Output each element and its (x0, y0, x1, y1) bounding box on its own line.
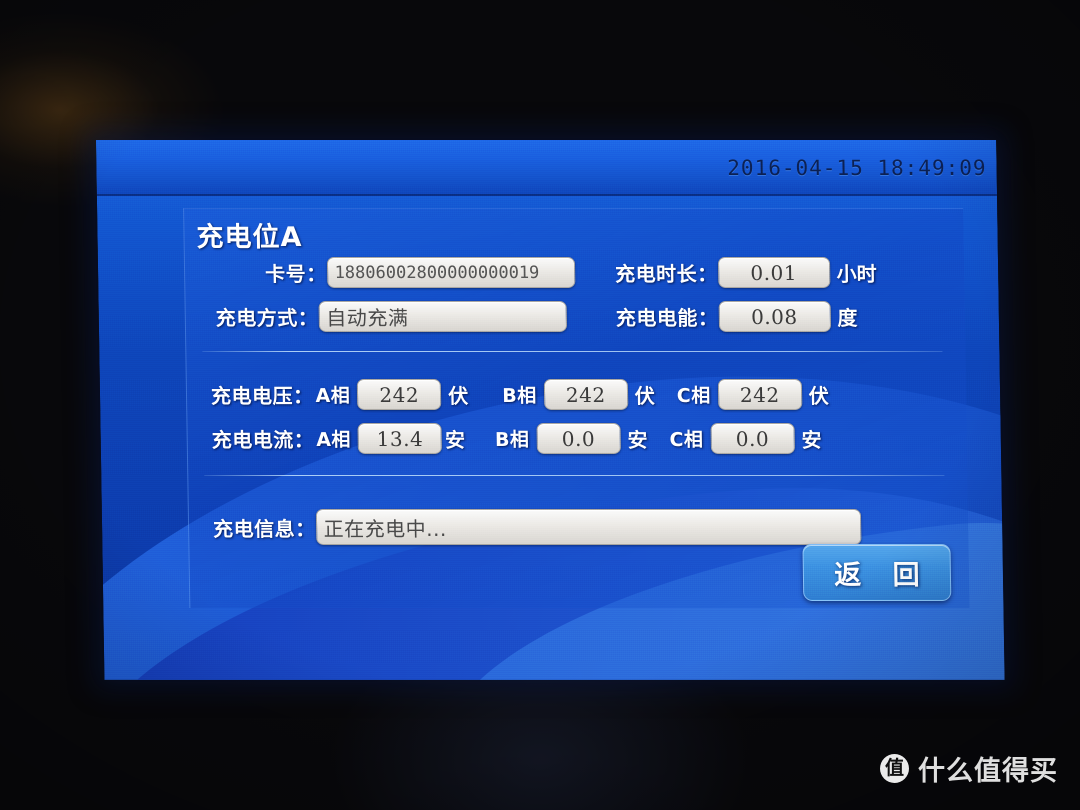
charge-duration-value: 0.01 (750, 260, 798, 285)
voltage-phase-b-label: B相 (502, 384, 537, 407)
charge-energy-field[interactable]: 0.08 (718, 300, 831, 332)
charge-energy-row: 充电电能： 0.08 度 (615, 300, 858, 332)
return-button-label: 返 回 (833, 559, 931, 591)
current-phase-c-field[interactable]: 0.0 (710, 422, 795, 454)
divider-top (202, 350, 943, 352)
charge-energy-unit: 度 (837, 305, 858, 330)
voltage-phase-b-field[interactable]: 242 (543, 378, 629, 410)
charge-message-row: 充电信息： 正在充电中... (212, 508, 861, 545)
charge-energy-value: 0.08 (750, 304, 798, 329)
charge-duration-label: 充电时长： (614, 261, 718, 286)
charge-mode-field[interactable]: 自动充满 (318, 300, 567, 332)
current-phase-b-value: 0.0 (561, 426, 596, 451)
current-label: 充电电流： (211, 427, 315, 452)
charge-mode-label: 充电方式： (215, 305, 319, 330)
voltage-phase-a-field[interactable]: 242 (357, 378, 442, 410)
current-phase-b-label: B相 (494, 428, 530, 451)
voltage-label: 充电电压： (210, 383, 314, 408)
voltage-phase-c-label: C相 (676, 384, 711, 407)
charge-message-field[interactable]: 正在充电中... (315, 508, 861, 545)
current-phase-a-value: 13.4 (376, 426, 424, 451)
charge-energy-label: 充电电能： (615, 305, 719, 330)
card-number-field[interactable]: 18806002800000000019 (326, 256, 575, 288)
charge-message-label: 充电信息： (212, 516, 316, 541)
charge-duration-field[interactable]: 0.01 (717, 256, 830, 288)
return-button[interactable]: 返 回 (802, 543, 952, 601)
current-phase-a-label: A相 (316, 428, 352, 451)
status-bar: 2016-04-15 18:49:09 (96, 140, 997, 196)
page-title: 充电位A (196, 221, 303, 253)
current-phase-c-label: C相 (669, 428, 704, 451)
charge-mode-row: 充电方式： 自动充满 (215, 300, 567, 332)
current-phase-b-field[interactable]: 0.0 (536, 422, 621, 454)
voltage-phase-a-value: 242 (379, 382, 420, 407)
watermark-text: 什么值得买 (918, 756, 1058, 787)
current-phase-a-unit: 安 (444, 427, 466, 452)
voltage-phase-c-value: 242 (739, 382, 780, 407)
voltage-phase-c-unit: 伏 (808, 383, 829, 408)
voltage-row: 充电电压： A相 242 伏 B相 242 伏 C相 242 伏 (210, 378, 829, 410)
charge-mode-value: 自动充满 (326, 305, 409, 330)
photo-of-charging-station-display: 2016-04-15 18:49:09 充电位A 卡号： 18806002800… (0, 0, 1080, 810)
lcd-screen-bezel: 2016-04-15 18:49:09 充电位A 卡号： 18806002800… (96, 140, 1005, 680)
current-phase-b-unit: 安 (627, 427, 648, 452)
card-number-value: 18806002800000000019 (334, 262, 540, 283)
current-phase-c-value: 0.0 (735, 426, 770, 451)
clock-timestamp: 2016-04-15 18:49:09 (727, 155, 987, 180)
charge-duration-unit: 小时 (836, 261, 877, 286)
voltage-phase-b-unit: 伏 (634, 383, 655, 408)
card-number-label: 卡号： (264, 261, 327, 286)
voltage-phase-c-field[interactable]: 242 (717, 378, 802, 410)
voltage-phase-a-label: A相 (315, 384, 351, 407)
lcd-screen: 2016-04-15 18:49:09 充电位A 卡号： 18806002800… (96, 140, 1005, 680)
watermark: 值 什么值得买 (880, 749, 1058, 788)
current-phase-c-unit: 安 (801, 427, 822, 452)
divider-bottom (204, 474, 945, 476)
card-number-row: 卡号： 18806002800000000019 (264, 256, 575, 288)
charge-message-value: 正在充电中... (323, 516, 447, 541)
voltage-phase-b-value: 242 (565, 382, 606, 407)
voltage-phase-a-unit: 伏 (448, 383, 469, 408)
charge-duration-row: 充电时长： 0.01 小时 (614, 256, 877, 288)
current-phase-a-field[interactable]: 13.4 (357, 422, 443, 454)
watermark-logo-icon: 值 (880, 754, 909, 783)
current-row: 充电电流： A相 13.4 安 B相 0.0 安 C相 0.0 安 (211, 422, 822, 454)
